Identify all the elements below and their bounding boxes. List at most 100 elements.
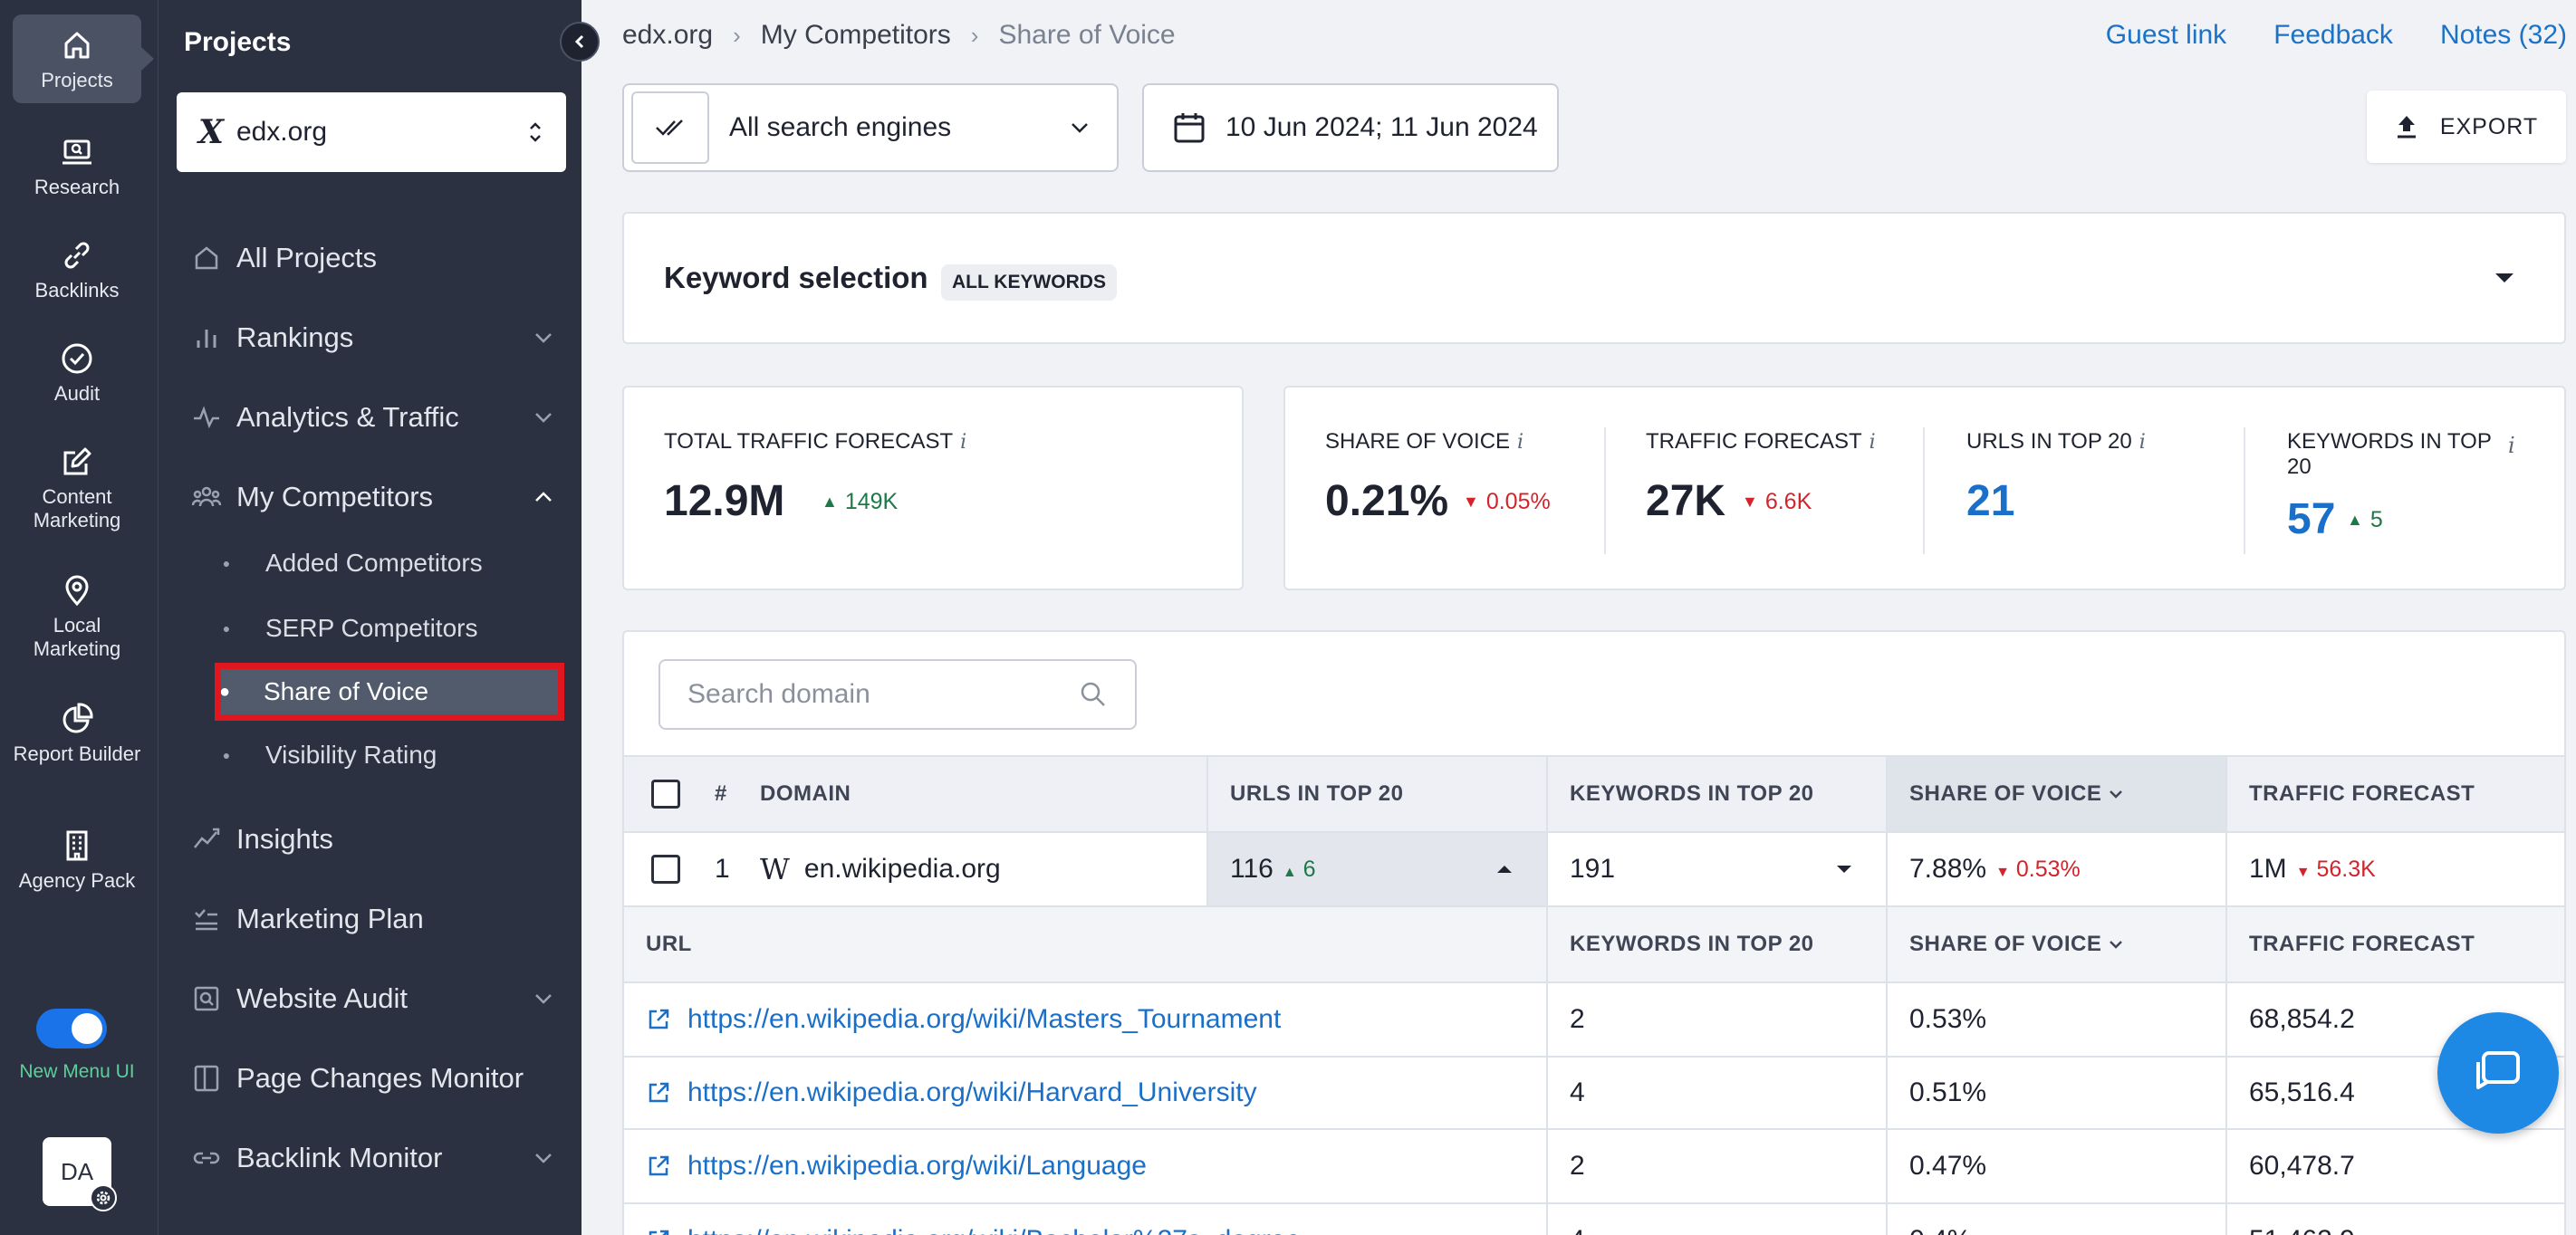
search-engines-dropdown[interactable]: All search engines [622,83,1119,172]
sidebar-item-analytics[interactable]: Analytics & Traffic [191,395,553,440]
divider [1604,427,1606,554]
expand-caret-down-icon[interactable] [1835,864,1853,875]
trend-icon [194,828,220,848]
search-domain-input[interactable]: Search domain [658,659,1137,730]
chevron-up-icon [535,492,552,502]
info-icon[interactable]: i [2508,433,2515,458]
subcol-keywords[interactable]: KEYWORDS IN TOP 20 [1546,907,1886,981]
total-traffic-card: TOTAL TRAFFIC FORECAST i 12.9M ▲ 149K [622,386,1244,590]
date-range-picker[interactable]: 10 Jun 2024; 11 Jun 2024 [1142,83,1559,172]
urls-top20-value[interactable]: 21 [1966,476,2014,526]
chat-button[interactable] [2437,1012,2559,1134]
guest-link[interactable]: Guest link [2106,20,2226,51]
rail-item-report-builder[interactable]: Report Builder [13,701,141,766]
url-link[interactable]: https://en.wikipedia.org/wiki/Masters_To… [624,983,1546,1056]
select-all-checkbox[interactable] [651,780,680,809]
caret-down-icon[interactable] [2494,272,2515,284]
info-icon[interactable]: i [960,431,966,454]
subcol-url: URL [646,932,692,956]
rail-label: Report Builder [13,742,141,765]
link-icon [193,1152,220,1164]
avatar[interactable]: DA [43,1137,117,1211]
select-all-engines-checkbox[interactable] [631,91,709,164]
subcol-traffic[interactable]: TRAFFIC FORECAST [2225,907,2564,981]
subcol-share-of-voice[interactable]: SHARE OF VOICE [1886,907,2225,981]
row-keywords-top20[interactable]: 191 [1546,833,1886,905]
sov-label: SHARE OF VOICE [1325,429,1511,454]
main-content: edx.org › My Competitors › Share of Voic… [582,0,2576,1235]
link-icon [64,242,90,269]
rail-item-backlinks[interactable]: Backlinks [13,237,141,302]
feedback-link[interactable]: Feedback [2273,20,2393,51]
sidebar-item-label: Insights [236,823,333,855]
chat-icon [2476,1051,2520,1089]
row-sov-value: 7.88% [1909,854,1987,884]
external-link-icon [649,1009,669,1029]
rail-item-projects[interactable]: Projects [13,14,141,103]
url-link[interactable]: https://en.wikipedia.org/wiki/Bachelor%2… [624,1204,1546,1235]
collapse-caret-up-icon[interactable] [1495,864,1514,875]
sidebar-subitem-serp-competitors[interactable]: ● SERP Competitors [216,607,561,650]
gear-icon[interactable] [90,1184,117,1211]
bar-chart-icon [197,330,216,348]
bullet-icon: ● [222,748,231,762]
sidebar-item-insights[interactable]: Insights [191,817,553,862]
col-urls-top20[interactable]: URLS IN TOP 20 [1206,757,1546,831]
rail-item-local-marketing[interactable]: Local Marketing [13,572,141,661]
sidebar-subitem-added-competitors[interactable]: ● Added Competitors [216,541,561,585]
col-share-of-voice[interactable]: SHARE OF VOICE [1886,757,2225,831]
row-checkbox[interactable] [651,855,680,884]
notes-link[interactable]: Notes (32) [2440,20,2567,51]
toggle-label: New Menu UI [19,1061,135,1082]
breadcrumb-section[interactable]: My Competitors [761,20,951,51]
info-icon[interactable]: i [1870,431,1876,454]
keywords-top20-label: KEYWORDS IN TOP 20 [2287,429,2492,479]
users-icon [191,486,222,507]
external-link-icon [649,1082,669,1103]
collapse-sidebar-button[interactable] [560,22,600,62]
info-icon[interactable]: i [1517,431,1523,454]
new-menu-toggle[interactable] [36,1009,107,1048]
list-item: https://en.wikipedia.org/wiki/Language 2… [624,1128,2564,1202]
traffic-forecast-delta: ▼ 6.6K [1742,489,1812,515]
sidebar-item-all-projects[interactable]: All Projects [191,235,553,281]
rail-item-agency-pack[interactable]: Agency Pack [13,828,141,893]
row-urls-delta-value: 6 [1302,856,1316,882]
sidebar-item-my-competitors[interactable]: My Competitors [191,474,553,520]
chevron-down-icon [535,333,552,343]
sidebar-subitem-visibility-rating[interactable]: ● Visibility Rating [216,733,561,777]
sidebar-item-backlink-monitor[interactable]: Backlink Monitor [191,1135,553,1181]
rail-item-audit[interactable]: Audit [13,340,141,406]
chevron-down-icon [535,994,552,1004]
breadcrumb-project[interactable]: edx.org [622,20,713,51]
rail-item-content-marketing[interactable]: Content Marketing [13,444,141,532]
urls-top20-label: URLS IN TOP 20 [1966,429,2132,454]
url-link[interactable]: https://en.wikipedia.org/wiki/Language [624,1130,1546,1202]
keyword-selection-title: Keyword selection [664,261,928,294]
checklist-icon [195,909,217,931]
col-domain[interactable]: DOMAIN [738,757,1209,831]
rail-item-research[interactable]: Research [13,134,141,199]
sidebar-item-website-audit[interactable]: Website Audit [191,976,553,1021]
row-domain[interactable]: W en.wikipedia.org [738,833,1209,905]
sidebar-item-marketing-plan[interactable]: Marketing Plan [191,896,553,942]
sidebar-subitem-share-of-voice[interactable]: ● Share of Voice [215,663,564,721]
building-icon [66,830,88,861]
keywords-top20-value[interactable]: 57 [2287,494,2335,544]
url-text: https://en.wikipedia.org/wiki/Masters_To… [687,1004,1282,1034]
info-icon[interactable]: i [2139,431,2146,454]
export-button[interactable]: EXPORT [2367,91,2566,163]
sov-delta: ▼ 0.05% [1463,489,1551,515]
search-icon [1081,682,1105,706]
table-row[interactable]: 1 W en.wikipedia.org 116 ▲ 6 191 7.88% ▼… [624,831,2564,905]
col-traffic-forecast[interactable]: TRAFFIC FORECAST [2225,757,2564,831]
row-urls-top20[interactable]: 116 ▲ 6 [1206,833,1546,905]
sidebar-item-page-changes-monitor[interactable]: Page Changes Monitor [191,1056,553,1101]
project-selector[interactable]: X edx.org [177,92,566,172]
keyword-selection-panel[interactable]: Keyword selection ALL KEYWORDS [622,212,2566,344]
url-text: https://en.wikipedia.org/wiki/Harvard_Un… [687,1077,1257,1107]
sidebar-item-rankings[interactable]: Rankings [191,315,553,360]
url-link[interactable]: https://en.wikipedia.org/wiki/Harvard_Un… [624,1058,1546,1128]
edit-icon [63,447,91,475]
col-keywords-top20[interactable]: KEYWORDS IN TOP 20 [1546,757,1886,831]
